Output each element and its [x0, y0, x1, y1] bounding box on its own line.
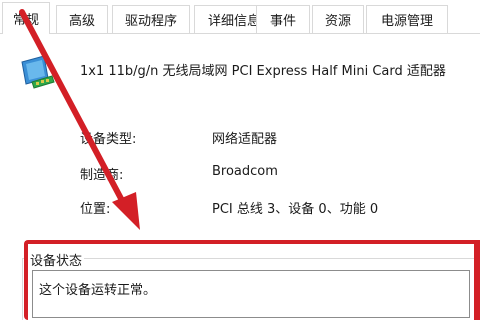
- manufacturer-label: 制造商:: [80, 168, 124, 183]
- device-status-textbox[interactable]: 这个设备运转正常。: [32, 270, 470, 318]
- device-name: 1x1 11b/g/n 无线局域网 PCI Express Half Mini …: [80, 64, 446, 79]
- highlight-frame-right-edge: [474, 240, 480, 320]
- location-value: PCI 总线 3、设备 0、功能 0: [212, 202, 379, 217]
- manufacturer-value: Broadcom: [212, 164, 278, 179]
- tab-events[interactable]: 事件: [256, 5, 310, 33]
- location-label: 位置:: [80, 202, 111, 217]
- tab-strip-divider: [0, 33, 480, 34]
- tab-strip: 常规 高级 驱动程序 详细信息 事件 资源 电源管理: [0, 0, 480, 34]
- tab-general[interactable]: 常规: [2, 2, 50, 34]
- device-status-title: 设备状态: [28, 250, 85, 269]
- tab-power-management[interactable]: 电源管理: [366, 5, 448, 33]
- tab-driver[interactable]: 驱动程序: [112, 5, 190, 33]
- device-type-label: 设备类型:: [80, 132, 137, 147]
- tab-advanced[interactable]: 高级: [56, 5, 108, 33]
- device-type-value: 网络适配器: [212, 132, 278, 147]
- tab-resources[interactable]: 资源: [312, 5, 364, 33]
- network-adapter-icon: [21, 55, 55, 89]
